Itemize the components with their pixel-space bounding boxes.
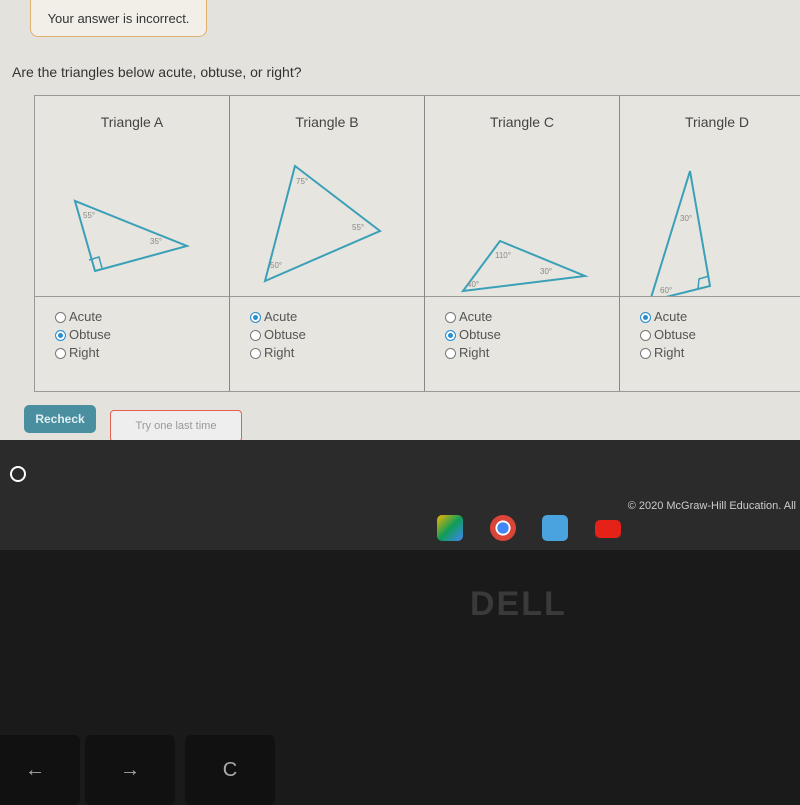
- key-forward: →: [85, 735, 175, 805]
- option-right[interactable]: Right: [640, 344, 696, 362]
- option-right[interactable]: Right: [55, 344, 111, 362]
- triangle-a-options: Acute Obtuse Right: [55, 308, 111, 362]
- triangle-c-options: Acute Obtuse Right: [445, 308, 501, 362]
- youtube-icon[interactable]: [595, 520, 621, 538]
- triangle-title: Triangle C: [489, 114, 555, 130]
- browser-content: Your answer is incorrect. Are the triang…: [0, 0, 800, 442]
- triangle-b-column: Triangle B 75° 55° 50° Acute Obtuse Righ…: [230, 96, 425, 391]
- drive-icon[interactable]: [437, 515, 463, 541]
- recheck-button[interactable]: Recheck: [24, 405, 96, 433]
- option-obtuse[interactable]: Obtuse: [250, 326, 306, 344]
- triangle-b-options: Acute Obtuse Right: [250, 308, 306, 362]
- hint-message: Try one last time: [110, 410, 242, 442]
- option-acute[interactable]: Acute: [445, 308, 501, 326]
- triangle-a-figure: 55° 35°: [73, 199, 191, 273]
- svg-text:35°: 35°: [150, 237, 162, 246]
- svg-text:75°: 75°: [296, 177, 308, 186]
- svg-text:55°: 55°: [352, 223, 364, 232]
- triangle-grid: Triangle A 55° 35° Acute Obtuse Right Tr…: [34, 95, 800, 392]
- dell-logo: DELL: [470, 585, 567, 623]
- svg-text:110°: 110°: [495, 251, 511, 260]
- svg-text:40°: 40°: [467, 280, 479, 289]
- triangle-b-figure: 75° 55° 50°: [263, 164, 382, 283]
- os-shelf: [0, 440, 800, 550]
- triangle-c-column: Triangle C 110° 30° 40° Acute Obtuse Rig…: [425, 96, 620, 391]
- option-right[interactable]: Right: [250, 344, 306, 362]
- option-acute[interactable]: Acute: [55, 308, 111, 326]
- option-obtuse[interactable]: Obtuse: [445, 326, 501, 344]
- triangle-d-figure: 30° 60°: [650, 170, 712, 296]
- triangle-c-figure: 110° 30° 40°: [460, 239, 589, 293]
- key-refresh: C: [185, 735, 275, 805]
- key-back: ←: [0, 735, 80, 805]
- option-obtuse[interactable]: Obtuse: [640, 326, 696, 344]
- keep-icon[interactable]: [542, 515, 568, 541]
- option-right[interactable]: Right: [445, 344, 501, 362]
- question-text: Are the triangles below acute, obtuse, o…: [12, 64, 302, 80]
- svg-text:55°: 55°: [83, 211, 95, 220]
- feedback-banner: Your answer is incorrect.: [30, 0, 207, 37]
- svg-text:50°: 50°: [270, 261, 282, 270]
- launcher-icon[interactable]: [10, 466, 26, 482]
- triangle-d-options: Acute Obtuse Right: [640, 308, 696, 362]
- triangle-d-column: Triangle D 30° 60° Acute Obtuse Right: [620, 96, 800, 391]
- option-acute[interactable]: Acute: [640, 308, 696, 326]
- chrome-icon[interactable]: [490, 515, 516, 541]
- svg-text:60°: 60°: [660, 286, 672, 295]
- triangle-title: Triangle A: [100, 114, 164, 130]
- triangle-a-column: Triangle A 55° 35° Acute Obtuse Right: [35, 96, 230, 391]
- option-acute[interactable]: Acute: [250, 308, 306, 326]
- triangle-title: Triangle D: [684, 114, 750, 130]
- copyright: © 2020 McGraw-Hill Education. All: [627, 500, 796, 512]
- svg-text:30°: 30°: [540, 267, 552, 276]
- svg-text:30°: 30°: [680, 214, 692, 223]
- option-obtuse[interactable]: Obtuse: [55, 326, 111, 344]
- triangle-title: Triangle B: [295, 114, 359, 130]
